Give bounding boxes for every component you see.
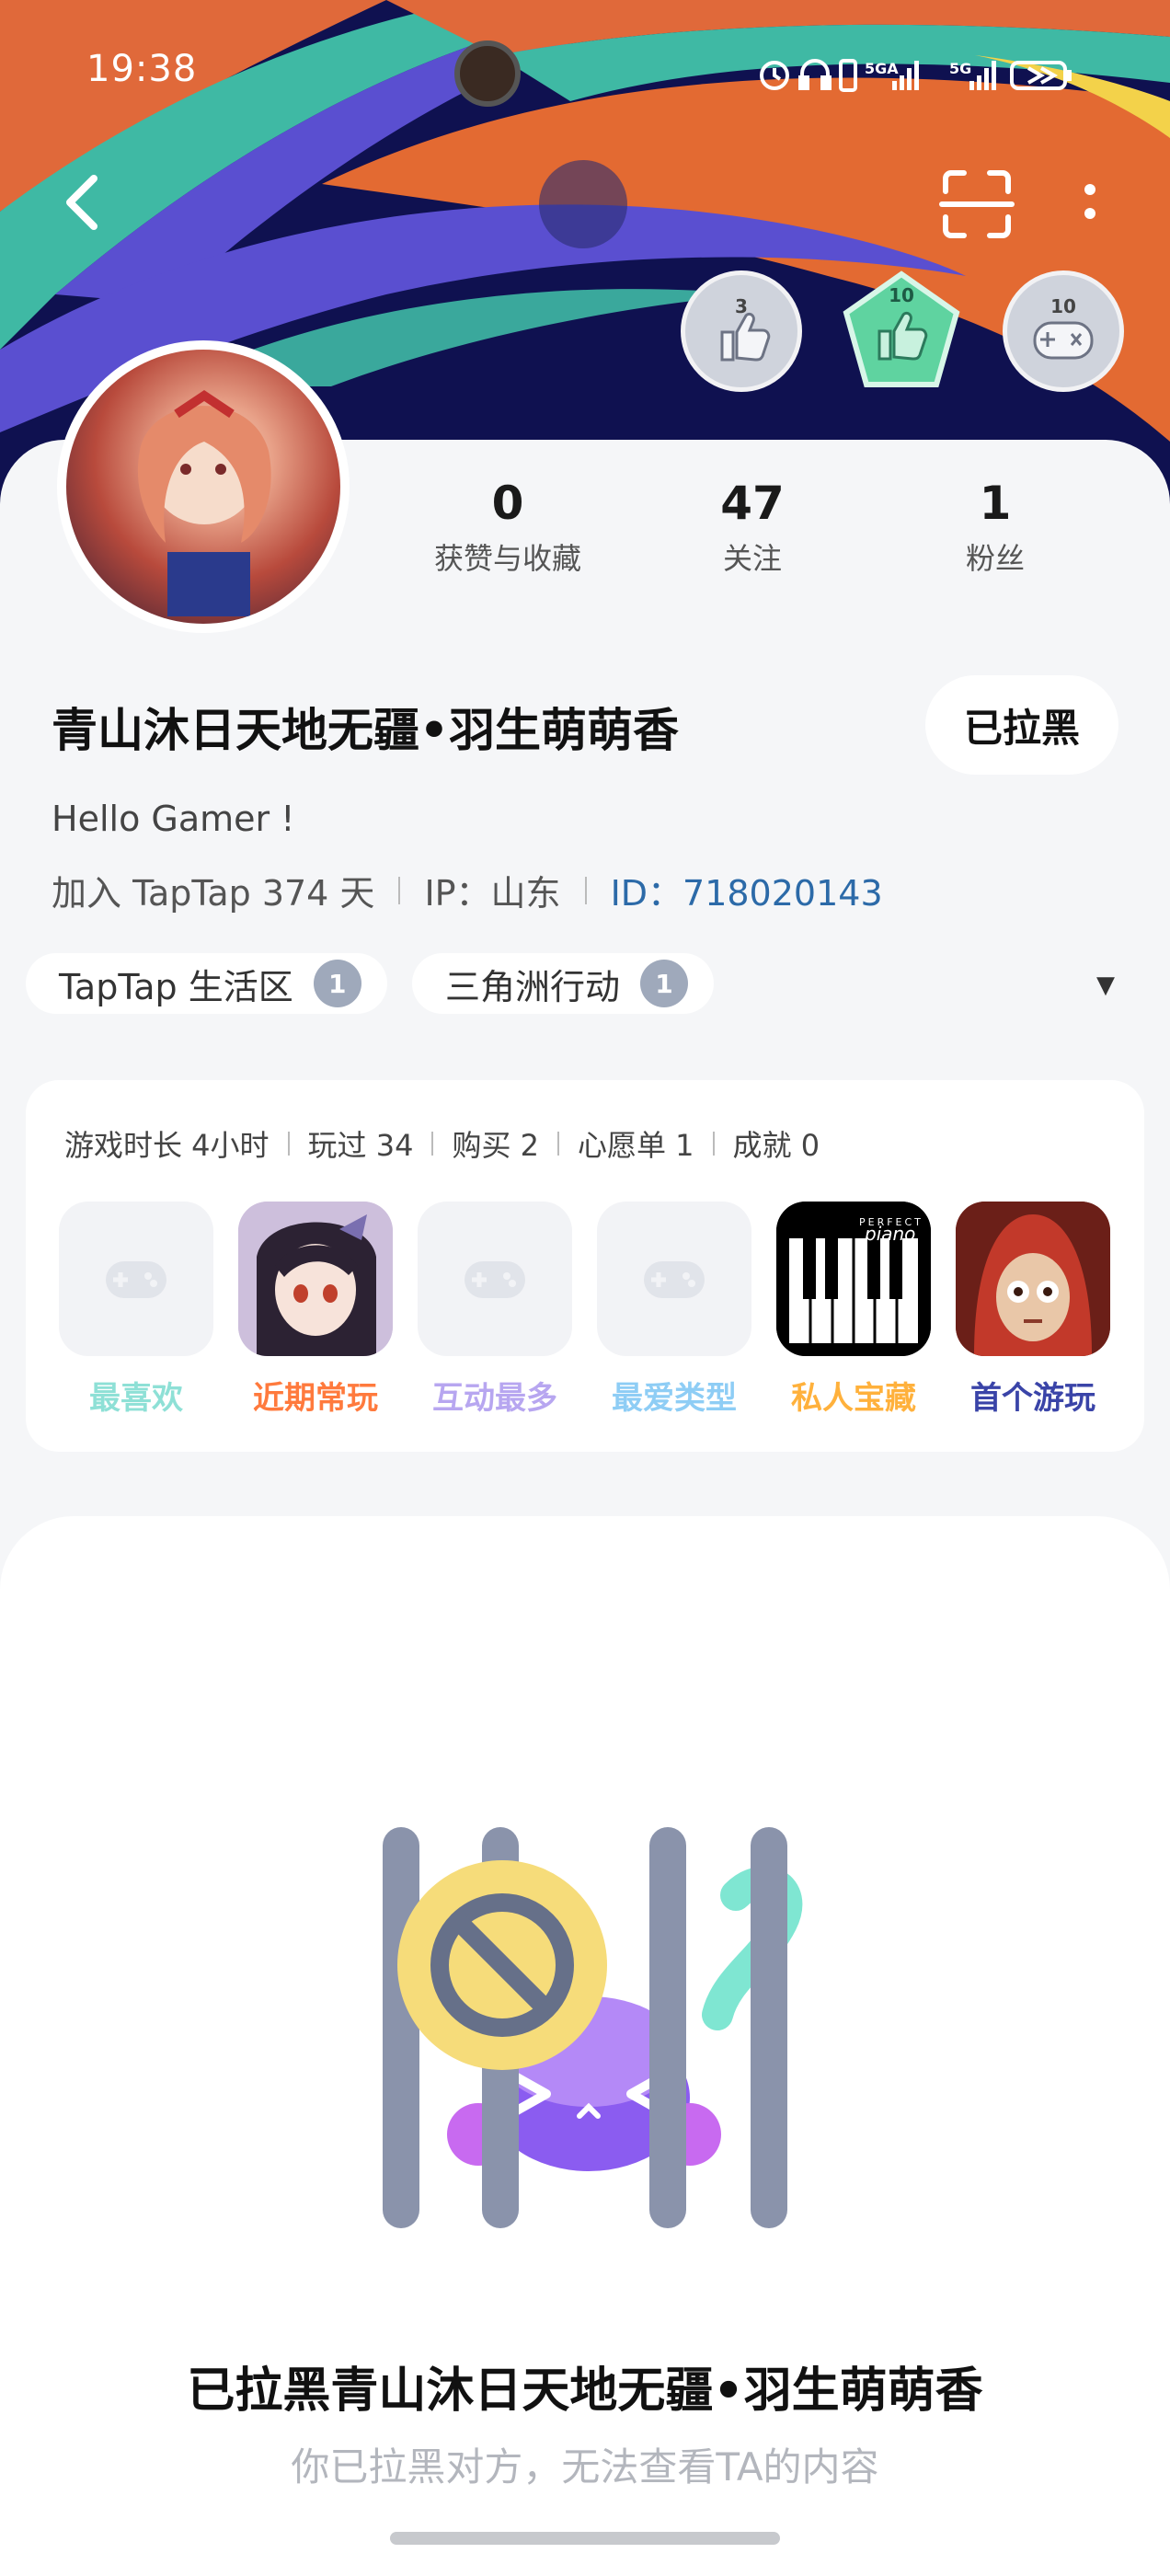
played-count[interactable]: 玩过 34 (308, 1122, 414, 1165)
status-icons: 5GA 5G (754, 53, 1085, 96)
more-button[interactable] (1067, 173, 1113, 243)
badge-count: 3 (735, 295, 748, 317)
badge-count: 10 (889, 284, 914, 306)
stat-following-value: 47 (720, 477, 785, 530)
network-label-1: 5GA (865, 60, 899, 77)
game-cover-anime (238, 1202, 393, 1356)
stat-likes[interactable]: 0 获赞与收藏 (397, 477, 618, 578)
gamepad-icon (1033, 321, 1094, 360)
tile-label: 最爱类型 (612, 1380, 737, 1417)
tile-label: 私人宝藏 (791, 1380, 916, 1417)
tile-label: 互动最多 (432, 1380, 557, 1417)
divider (584, 876, 587, 904)
status-time: 19:38 (86, 48, 198, 90)
badge-gamepad[interactable]: 10 (1003, 270, 1124, 392)
chevron-down-icon[interactable]: ▼ (1096, 972, 1115, 999)
piano-brand: piano (864, 1223, 915, 1245)
user-id[interactable]: ID：718020143 (611, 865, 883, 915)
home-indicator[interactable] (390, 2532, 780, 2545)
more-vertical-icon (1084, 184, 1095, 219)
badge-thumbs-up-bronze[interactable]: 3 (681, 270, 802, 392)
thumbs-up-icon (720, 312, 771, 362)
stat-followers[interactable]: 1 粉丝 (885, 477, 1106, 578)
achievements-count[interactable]: 成就 0 (733, 1122, 820, 1165)
battery-icon (1010, 61, 1072, 90)
tile-recent[interactable] (238, 1202, 393, 1356)
blocked-title: 已拉黑青山沐日天地无疆•羽生萌萌香 (187, 2363, 983, 2419)
battery-saver-icon (839, 59, 857, 92)
badge-count: 10 (1050, 295, 1076, 317)
tile-favorite-genre[interactable] (597, 1202, 751, 1356)
divider (712, 1132, 715, 1156)
piano-app-icon: PERFECT piano (776, 1202, 931, 1356)
stat-followers-label: 粉丝 (965, 541, 1025, 576)
stat-likes-label: 获赞与收藏 (433, 541, 581, 576)
stat-followers-value: 1 (979, 477, 1012, 530)
game-stats-row: 游戏时长 4小时 玩过 34 购买 2 心愿单 1 成就 0 (64, 1122, 820, 1165)
avatar[interactable] (57, 340, 350, 633)
purchased-count[interactable]: 购买 2 (452, 1122, 539, 1165)
tile-hidden-gem[interactable]: PERFECT piano (776, 1202, 931, 1356)
chip-label: TapTap 生活区 (59, 966, 293, 1007)
chip-label: 三角洲行动 (445, 966, 621, 1007)
running-app-icon (454, 40, 521, 107)
back-button[interactable] (55, 166, 120, 239)
blocked-subtitle: 你已拉黑对方，无法查看TA的内容 (291, 2444, 879, 2490)
divider (431, 1132, 434, 1156)
network-label-2: 5G (949, 60, 971, 77)
profile-meta: 加入 TapTap 374 天 IP：山东 ID：718020143 (52, 865, 883, 915)
gamepad-icon (644, 1261, 705, 1298)
bio: Hello Gamer ! (52, 799, 295, 839)
gamepad-icon (465, 1261, 525, 1298)
tile-label: 首个游玩 (970, 1380, 1095, 1417)
thumbs-up-icon: 10 (843, 270, 960, 387)
tile-first-played[interactable] (956, 1202, 1110, 1356)
blocked-button[interactable]: 已拉黑 (925, 675, 1118, 775)
level-badge-icon: 1 (640, 960, 689, 1007)
play-time[interactable]: 游戏时长 4小时 (64, 1122, 270, 1165)
scan-button[interactable] (938, 166, 1015, 243)
badge-thumbs-up-green[interactable]: 10 (841, 270, 962, 392)
ip-location: IP：山东 (424, 873, 561, 914)
tile-most-interaction[interactable] (418, 1202, 572, 1356)
stat-following-label: 关注 (722, 541, 782, 576)
tile-label: 最喜欢 (89, 1380, 183, 1417)
stat-likes-value: 0 (491, 477, 524, 530)
blocked-illustration (368, 1822, 809, 2236)
joined-days: 加入 TapTap 374 天 (52, 873, 375, 914)
alarm-icon (760, 61, 789, 90)
tile-favorite[interactable] (59, 1202, 213, 1356)
game-cover-red-hood (956, 1202, 1110, 1356)
username: 青山沐日天地无疆•羽生萌萌香 (52, 704, 679, 757)
divider (398, 876, 401, 904)
scan-icon (939, 170, 1015, 238)
wishlist-count[interactable]: 心愿单 1 (578, 1122, 694, 1165)
gamepad-icon (106, 1261, 166, 1298)
stat-following[interactable]: 47 关注 (642, 477, 863, 578)
divider (287, 1132, 290, 1156)
chevron-left-icon (66, 175, 98, 230)
headphones-icon (798, 59, 832, 90)
avatar-image (66, 350, 340, 624)
community-chip[interactable]: TapTap 生活区 1 (26, 953, 387, 1014)
level-badge-icon: 1 (313, 960, 361, 1007)
signal-icon-2 (969, 61, 996, 90)
divider (557, 1132, 559, 1156)
tile-label: 近期常玩 (253, 1380, 378, 1417)
games-card: 游戏时长 4小时 玩过 34 购买 2 心愿单 1 成就 0 最喜欢 近期常玩 (26, 1080, 1144, 1452)
community-chip[interactable]: 三角洲行动 1 (412, 953, 715, 1014)
